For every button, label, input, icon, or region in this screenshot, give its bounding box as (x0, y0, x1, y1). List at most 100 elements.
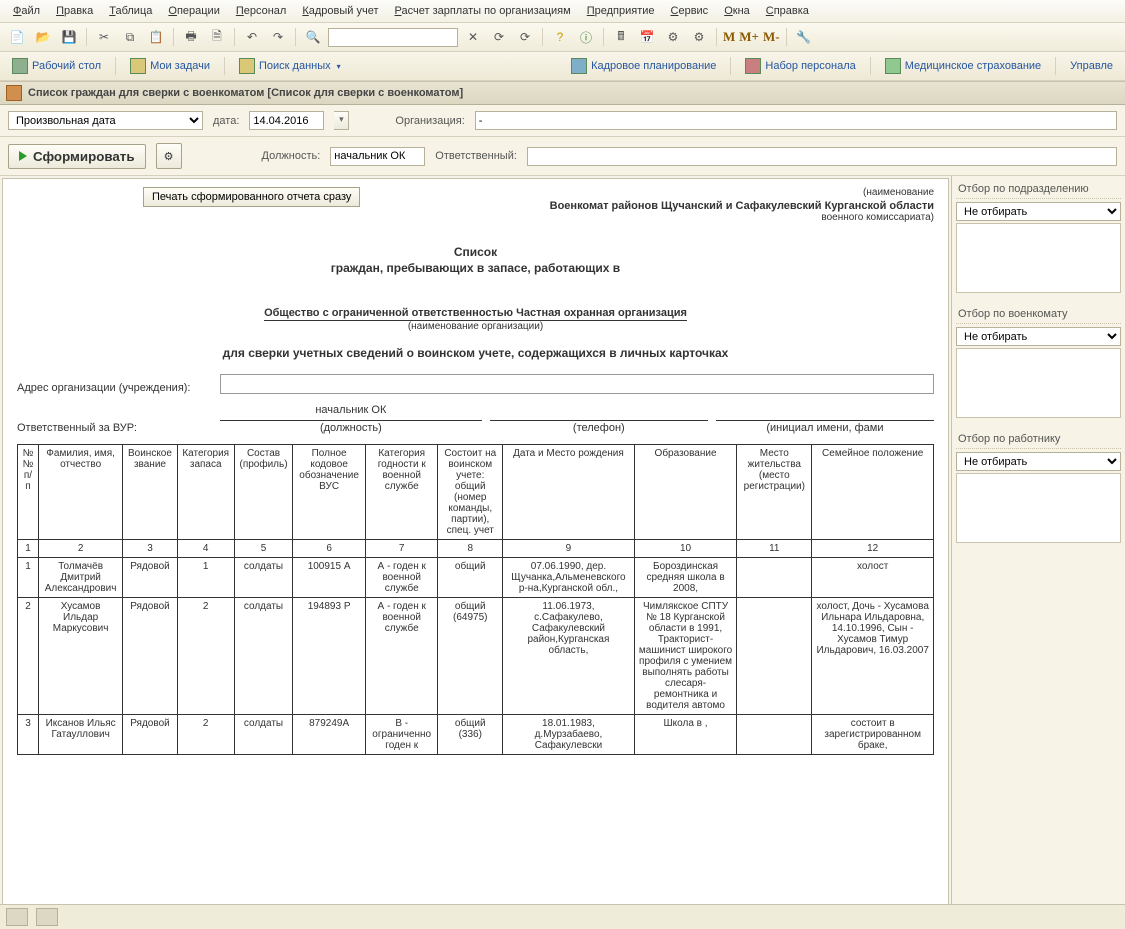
col-header: Воинское звание (123, 445, 177, 540)
redo-icon[interactable]: ↷ (267, 26, 289, 48)
cell-comp: солдаты (234, 715, 293, 755)
col-number: 9 (503, 540, 635, 558)
resp-vur-label: Ответственный за ВУР: (17, 422, 212, 434)
menu-service[interactable]: Сервис (664, 2, 716, 20)
resp-label: Ответственный: (435, 150, 517, 162)
menu-personnel[interactable]: Персонал (229, 2, 294, 20)
document-tab: Список граждан для сверки с военкоматом … (0, 81, 1125, 105)
taskbar-item-1[interactable] (6, 908, 28, 926)
cell-birth: 11.06.1973, с.Сафакулево, Сафакулевский … (503, 598, 635, 715)
col-number: 1 (18, 540, 39, 558)
resp-input[interactable] (527, 147, 1117, 166)
print-icon[interactable]: 🖶 (180, 26, 202, 48)
cell-n: 2 (18, 598, 39, 715)
copy-icon[interactable]: ⧉ (119, 26, 141, 48)
report-pane[interactable]: Печать сформированного отчета сразу (наи… (2, 178, 949, 923)
menu-file[interactable]: Файл (6, 2, 47, 20)
tool1-icon[interactable]: ⚙ (662, 26, 684, 48)
filter-dept-select[interactable]: Не отбирать (956, 202, 1121, 221)
planning-icon (571, 58, 587, 74)
sig-name-value (716, 404, 934, 421)
nav-tasks[interactable]: Мои задачи (124, 56, 216, 76)
nav-planning[interactable]: Кадровое планирование (565, 56, 722, 76)
refresh-icon[interactable]: ⟳ (488, 26, 510, 48)
col-number: 5 (234, 540, 293, 558)
taskbar-item-2[interactable] (36, 908, 58, 926)
nav-medical[interactable]: Медицинское страхование (879, 56, 1047, 76)
menu-table[interactable]: Таблица (102, 2, 159, 20)
m-plus-label[interactable]: M+ (739, 29, 759, 45)
col-header: Состоит на воинском учете: общий (номер … (438, 445, 503, 540)
menu-edit[interactable]: Правка (49, 2, 100, 20)
clear-icon[interactable]: ✕ (462, 26, 484, 48)
col-number: 4 (177, 540, 234, 558)
cell-family: состоит в зарегистрированном браке, (812, 715, 934, 755)
cell-n: 3 (18, 715, 39, 755)
menu-salary[interactable]: Расчет зарплаты по организациям (388, 2, 578, 20)
wrench-icon[interactable]: 🔧 (793, 26, 815, 48)
search-icon[interactable]: 🔍 (302, 26, 324, 48)
m-minus-label[interactable]: M- (763, 29, 780, 45)
report-header-sub: военного комиссариата) (17, 212, 934, 223)
paste-icon[interactable]: 📋 (145, 26, 167, 48)
info-icon[interactable]: ⓘ (575, 26, 597, 48)
m-label[interactable]: M (723, 29, 735, 45)
search-input[interactable] (328, 28, 458, 47)
cell-comp: солдаты (234, 598, 293, 715)
open-icon[interactable]: 📂 (32, 26, 54, 48)
menu-hr[interactable]: Кадровый учет (295, 2, 385, 20)
cell-reg: общий (438, 558, 503, 598)
filter-employee-box[interactable] (956, 473, 1121, 543)
col-number: 10 (634, 540, 736, 558)
hiring-icon (745, 58, 761, 74)
filter-dept-box[interactable] (956, 223, 1121, 293)
date-input[interactable] (249, 111, 324, 130)
col-header: Категория запаса (177, 445, 234, 540)
refresh2-icon[interactable]: ⟳ (514, 26, 536, 48)
col-header: Дата и Место рождения (503, 445, 635, 540)
menu-enterprise[interactable]: Предприятие (580, 2, 662, 20)
calc-icon[interactable]: 🖩 (610, 26, 632, 48)
calendar-icon[interactable]: 📅 (636, 26, 658, 48)
report-org-note: (наименование организации) (17, 321, 934, 332)
cut-icon[interactable]: ✂ (93, 26, 115, 48)
undo-icon[interactable]: ↶ (241, 26, 263, 48)
report-title-2: граждан, пребывающих в запасе, работающи… (17, 261, 934, 275)
tool2-icon[interactable]: ⚙ (688, 26, 710, 48)
col-header: Фамилия, имя, отчество (38, 445, 122, 540)
cell-fio: Иксанов Ильяс Гатауллович (38, 715, 122, 755)
org-input[interactable] (475, 111, 1117, 130)
date-picker-icon[interactable]: ▾ (334, 111, 349, 130)
save-icon[interactable]: 💾 (58, 26, 80, 48)
menu-help[interactable]: Справка (759, 2, 816, 20)
filter-employee-select[interactable]: Не отбирать (956, 452, 1121, 471)
cell-reg: общий (64975) (438, 598, 503, 715)
nav-manage[interactable]: Управле (1064, 58, 1119, 74)
menu-windows[interactable]: Окна (717, 2, 757, 20)
print-immediately-button[interactable]: Печать сформированного отчета сразу (143, 187, 360, 207)
date-label: дата: (213, 115, 239, 127)
play-icon (19, 151, 27, 161)
medical-icon (885, 58, 901, 74)
filter-commissariat-select[interactable]: Не отбирать (956, 327, 1121, 346)
side-pane: Отбор по подразделению Не отбирать Отбор… (951, 176, 1125, 925)
nav-hiring[interactable]: Набор персонала (739, 56, 861, 76)
col-header: № № п/п (18, 445, 39, 540)
menu-ops[interactable]: Операции (161, 2, 226, 20)
preview-icon[interactable]: 🗎 (206, 26, 228, 48)
cell-rank: Рядовой (123, 715, 177, 755)
nav-desktop[interactable]: Рабочий стол (6, 56, 107, 76)
help-icon[interactable]: ? (549, 26, 571, 48)
table-row: 1Толмачёв Дмитрий АлександровичРядовой1с… (18, 558, 934, 598)
addr-label: Адрес организации (учреждения): (17, 382, 212, 394)
new-icon[interactable]: 📄 (6, 26, 28, 48)
col-number: 3 (123, 540, 177, 558)
period-select[interactable]: Произвольная дата (8, 111, 203, 130)
form-button[interactable]: Сформировать (8, 144, 146, 169)
position-input[interactable] (330, 147, 425, 166)
settings-button[interactable]: ⚙ (156, 143, 182, 169)
col-header: Состав (профиль) (234, 445, 293, 540)
col-number: 7 (365, 540, 438, 558)
nav-search[interactable]: Поиск данных▾ (233, 56, 347, 76)
filter-commissariat-box[interactable] (956, 348, 1121, 418)
